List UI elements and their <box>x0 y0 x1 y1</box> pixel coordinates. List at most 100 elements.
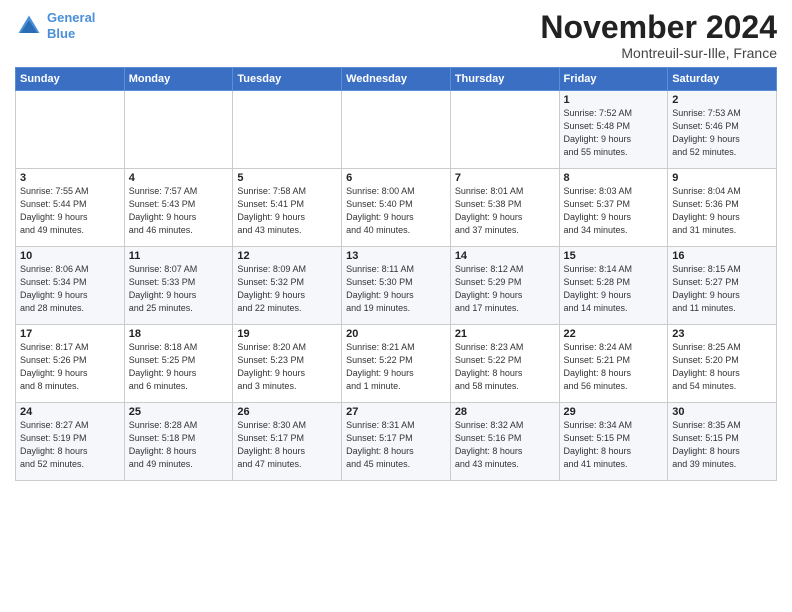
calendar-cell: 20Sunrise: 8:21 AMSunset: 5:22 PMDayligh… <box>342 325 451 403</box>
calendar-cell <box>342 91 451 169</box>
calendar-cell: 23Sunrise: 8:25 AMSunset: 5:20 PMDayligh… <box>668 325 777 403</box>
calendar-cell: 19Sunrise: 8:20 AMSunset: 5:23 PMDayligh… <box>233 325 342 403</box>
calendar-cell <box>233 91 342 169</box>
calendar-cell: 12Sunrise: 8:09 AMSunset: 5:32 PMDayligh… <box>233 247 342 325</box>
calendar-cell: 22Sunrise: 8:24 AMSunset: 5:21 PMDayligh… <box>559 325 668 403</box>
day-number: 15 <box>564 250 664 262</box>
day-info: Sunrise: 8:11 AMSunset: 5:30 PMDaylight:… <box>346 263 446 315</box>
day-info: Sunrise: 8:30 AMSunset: 5:17 PMDaylight:… <box>237 419 337 471</box>
day-info: Sunrise: 8:31 AMSunset: 5:17 PMDaylight:… <box>346 419 446 471</box>
day-info: Sunrise: 8:12 AMSunset: 5:29 PMDaylight:… <box>455 263 555 315</box>
calendar-cell: 16Sunrise: 8:15 AMSunset: 5:27 PMDayligh… <box>668 247 777 325</box>
day-info: Sunrise: 8:23 AMSunset: 5:22 PMDaylight:… <box>455 341 555 393</box>
day-number: 27 <box>346 406 446 418</box>
day-number: 2 <box>672 94 772 106</box>
day-number: 23 <box>672 328 772 340</box>
logo-icon <box>15 12 43 40</box>
day-number: 10 <box>20 250 120 262</box>
title-block: November 2024 Montreuil-sur-Ille, France <box>540 10 777 61</box>
day-info: Sunrise: 8:20 AMSunset: 5:23 PMDaylight:… <box>237 341 337 393</box>
day-number: 30 <box>672 406 772 418</box>
day-number: 21 <box>455 328 555 340</box>
calendar-cell: 27Sunrise: 8:31 AMSunset: 5:17 PMDayligh… <box>342 403 451 481</box>
calendar-week-row: 3Sunrise: 7:55 AMSunset: 5:44 PMDaylight… <box>16 169 777 247</box>
header: General Blue November 2024 Montreuil-sur… <box>15 10 777 61</box>
calendar-cell: 4Sunrise: 7:57 AMSunset: 5:43 PMDaylight… <box>124 169 233 247</box>
col-monday: Monday <box>124 68 233 91</box>
logo: General Blue <box>15 10 95 41</box>
day-number: 6 <box>346 172 446 184</box>
calendar-cell: 17Sunrise: 8:17 AMSunset: 5:26 PMDayligh… <box>16 325 125 403</box>
day-info: Sunrise: 8:32 AMSunset: 5:16 PMDaylight:… <box>455 419 555 471</box>
day-number: 12 <box>237 250 337 262</box>
calendar-cell <box>450 91 559 169</box>
location-subtitle: Montreuil-sur-Ille, France <box>540 45 777 61</box>
logo-line2: Blue <box>47 26 75 41</box>
calendar-cell: 13Sunrise: 8:11 AMSunset: 5:30 PMDayligh… <box>342 247 451 325</box>
day-info: Sunrise: 7:58 AMSunset: 5:41 PMDaylight:… <box>237 185 337 237</box>
calendar-cell: 18Sunrise: 8:18 AMSunset: 5:25 PMDayligh… <box>124 325 233 403</box>
calendar-week-row: 24Sunrise: 8:27 AMSunset: 5:19 PMDayligh… <box>16 403 777 481</box>
day-number: 17 <box>20 328 120 340</box>
calendar-cell: 28Sunrise: 8:32 AMSunset: 5:16 PMDayligh… <box>450 403 559 481</box>
day-info: Sunrise: 8:09 AMSunset: 5:32 PMDaylight:… <box>237 263 337 315</box>
day-info: Sunrise: 8:34 AMSunset: 5:15 PMDaylight:… <box>564 419 664 471</box>
day-number: 14 <box>455 250 555 262</box>
day-number: 13 <box>346 250 446 262</box>
day-info: Sunrise: 8:15 AMSunset: 5:27 PMDaylight:… <box>672 263 772 315</box>
calendar-week-row: 10Sunrise: 8:06 AMSunset: 5:34 PMDayligh… <box>16 247 777 325</box>
calendar-week-row: 17Sunrise: 8:17 AMSunset: 5:26 PMDayligh… <box>16 325 777 403</box>
calendar-cell: 14Sunrise: 8:12 AMSunset: 5:29 PMDayligh… <box>450 247 559 325</box>
day-number: 18 <box>129 328 229 340</box>
col-wednesday: Wednesday <box>342 68 451 91</box>
calendar-cell <box>16 91 125 169</box>
calendar-table: Sunday Monday Tuesday Wednesday Thursday… <box>15 67 777 481</box>
day-number: 28 <box>455 406 555 418</box>
day-info: Sunrise: 8:35 AMSunset: 5:15 PMDaylight:… <box>672 419 772 471</box>
calendar-cell: 3Sunrise: 7:55 AMSunset: 5:44 PMDaylight… <box>16 169 125 247</box>
day-number: 26 <box>237 406 337 418</box>
day-info: Sunrise: 8:17 AMSunset: 5:26 PMDaylight:… <box>20 341 120 393</box>
calendar-header-row: Sunday Monday Tuesday Wednesday Thursday… <box>16 68 777 91</box>
calendar-cell: 7Sunrise: 8:01 AMSunset: 5:38 PMDaylight… <box>450 169 559 247</box>
day-info: Sunrise: 8:18 AMSunset: 5:25 PMDaylight:… <box>129 341 229 393</box>
day-info: Sunrise: 7:53 AMSunset: 5:46 PMDaylight:… <box>672 107 772 159</box>
day-info: Sunrise: 8:24 AMSunset: 5:21 PMDaylight:… <box>564 341 664 393</box>
calendar-week-row: 1Sunrise: 7:52 AMSunset: 5:48 PMDaylight… <box>16 91 777 169</box>
day-number: 25 <box>129 406 229 418</box>
day-info: Sunrise: 8:06 AMSunset: 5:34 PMDaylight:… <box>20 263 120 315</box>
day-info: Sunrise: 8:03 AMSunset: 5:37 PMDaylight:… <box>564 185 664 237</box>
day-number: 22 <box>564 328 664 340</box>
day-number: 9 <box>672 172 772 184</box>
calendar-cell: 2Sunrise: 7:53 AMSunset: 5:46 PMDaylight… <box>668 91 777 169</box>
day-info: Sunrise: 8:25 AMSunset: 5:20 PMDaylight:… <box>672 341 772 393</box>
day-info: Sunrise: 7:57 AMSunset: 5:43 PMDaylight:… <box>129 185 229 237</box>
col-saturday: Saturday <box>668 68 777 91</box>
day-number: 20 <box>346 328 446 340</box>
day-info: Sunrise: 8:28 AMSunset: 5:18 PMDaylight:… <box>129 419 229 471</box>
calendar-cell: 29Sunrise: 8:34 AMSunset: 5:15 PMDayligh… <box>559 403 668 481</box>
calendar-cell: 5Sunrise: 7:58 AMSunset: 5:41 PMDaylight… <box>233 169 342 247</box>
calendar-cell: 11Sunrise: 8:07 AMSunset: 5:33 PMDayligh… <box>124 247 233 325</box>
day-info: Sunrise: 8:00 AMSunset: 5:40 PMDaylight:… <box>346 185 446 237</box>
day-info: Sunrise: 8:14 AMSunset: 5:28 PMDaylight:… <box>564 263 664 315</box>
calendar-cell: 26Sunrise: 8:30 AMSunset: 5:17 PMDayligh… <box>233 403 342 481</box>
calendar-cell: 8Sunrise: 8:03 AMSunset: 5:37 PMDaylight… <box>559 169 668 247</box>
day-number: 4 <box>129 172 229 184</box>
day-info: Sunrise: 8:07 AMSunset: 5:33 PMDaylight:… <box>129 263 229 315</box>
col-tuesday: Tuesday <box>233 68 342 91</box>
day-number: 7 <box>455 172 555 184</box>
calendar-cell: 25Sunrise: 8:28 AMSunset: 5:18 PMDayligh… <box>124 403 233 481</box>
day-number: 19 <box>237 328 337 340</box>
page-container: General Blue November 2024 Montreuil-sur… <box>0 0 792 486</box>
calendar-cell: 1Sunrise: 7:52 AMSunset: 5:48 PMDaylight… <box>559 91 668 169</box>
day-number: 3 <box>20 172 120 184</box>
logo-text: General Blue <box>47 10 95 41</box>
calendar-cell: 21Sunrise: 8:23 AMSunset: 5:22 PMDayligh… <box>450 325 559 403</box>
day-info: Sunrise: 8:21 AMSunset: 5:22 PMDaylight:… <box>346 341 446 393</box>
day-info: Sunrise: 8:04 AMSunset: 5:36 PMDaylight:… <box>672 185 772 237</box>
calendar-cell: 6Sunrise: 8:00 AMSunset: 5:40 PMDaylight… <box>342 169 451 247</box>
day-info: Sunrise: 7:55 AMSunset: 5:44 PMDaylight:… <box>20 185 120 237</box>
day-number: 24 <box>20 406 120 418</box>
calendar-cell: 24Sunrise: 8:27 AMSunset: 5:19 PMDayligh… <box>16 403 125 481</box>
